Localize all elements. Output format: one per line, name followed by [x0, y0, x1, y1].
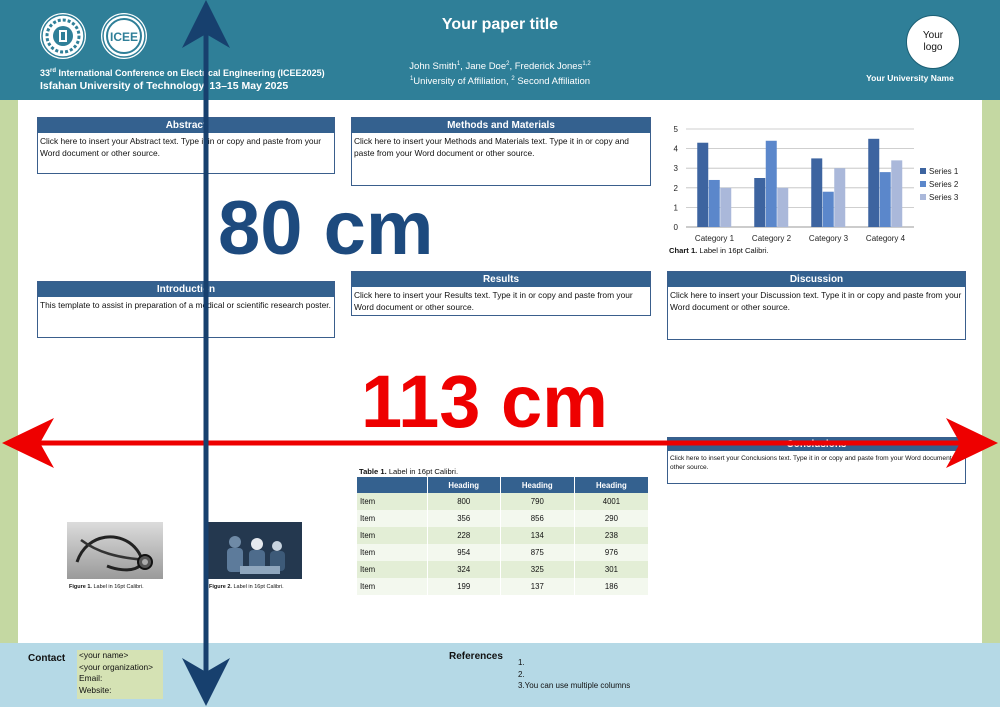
poster-width-label: 113 cm [361, 360, 608, 443]
dimension-overlay [2, 0, 998, 706]
poster-height-label: 80 cm [218, 186, 434, 271]
